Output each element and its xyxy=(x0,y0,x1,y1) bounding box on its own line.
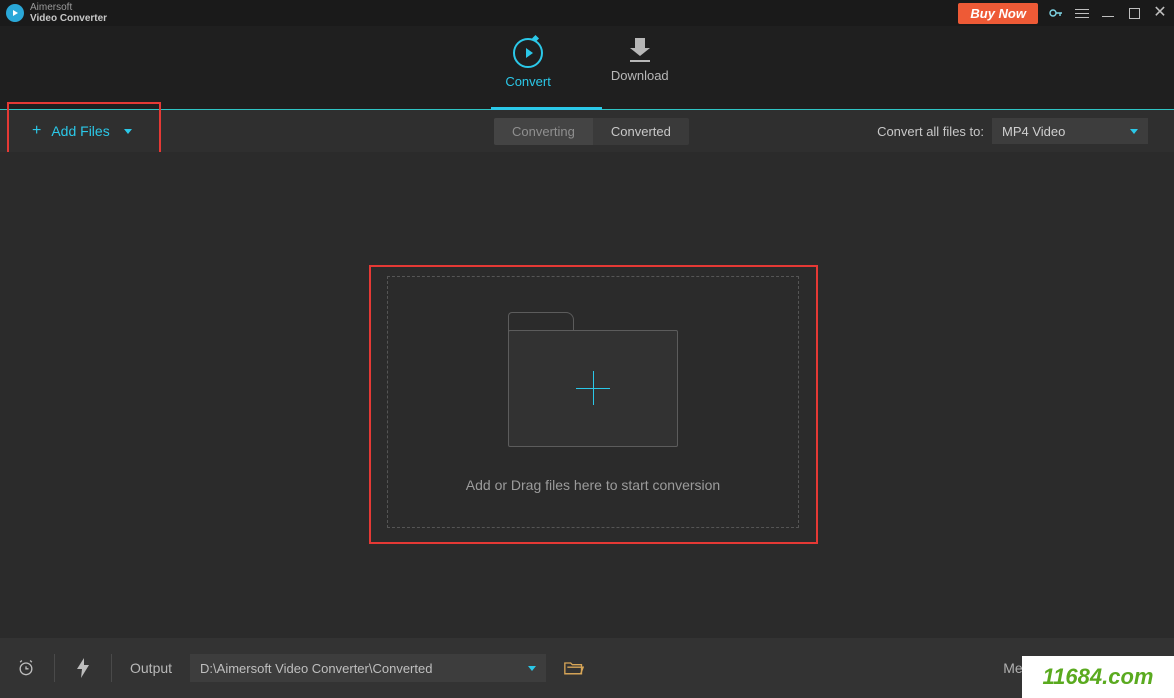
chevron-down-icon xyxy=(1130,129,1138,134)
toolbar: + Add Files Converting Converted Convert… xyxy=(0,110,1174,152)
output-format-select[interactable]: MP4 Video xyxy=(992,118,1148,144)
schedule-icon[interactable] xyxy=(16,658,36,678)
output-path-value: D:\Aimersoft Video Converter\Converted xyxy=(200,661,432,676)
watermark: 11684.com xyxy=(1022,656,1174,698)
convert-all-label: Convert all files to: xyxy=(877,124,984,139)
gpu-accel-icon[interactable] xyxy=(73,658,93,678)
tab-convert-label: Convert xyxy=(505,74,551,89)
menu-icon[interactable] xyxy=(1074,5,1090,21)
buy-now-button[interactable]: Buy Now xyxy=(958,3,1038,24)
tab-converting[interactable]: Converting xyxy=(494,118,593,145)
add-files-label: Add Files xyxy=(51,123,109,139)
titlebar: Aimersoft Video Converter Buy Now ✕ xyxy=(0,0,1174,26)
divider xyxy=(111,654,112,682)
tab-download-label: Download xyxy=(611,68,669,83)
main-nav: Convert Download xyxy=(0,26,1174,110)
bottom-bar: Output D:\Aimersoft Video Converter\Conv… xyxy=(0,638,1174,698)
app-logo-icon xyxy=(6,4,24,22)
add-files-button[interactable]: + Add Files xyxy=(32,122,132,140)
browse-folder-button[interactable] xyxy=(564,658,584,678)
close-button[interactable]: ✕ xyxy=(1152,5,1168,21)
status-segmented: Converting Converted xyxy=(494,118,689,145)
divider xyxy=(54,654,55,682)
tab-download[interactable]: Download xyxy=(611,26,669,109)
minimize-button[interactable] xyxy=(1100,5,1116,21)
app-title: Aimersoft Video Converter xyxy=(30,2,107,24)
output-label: Output xyxy=(130,660,172,676)
drop-hint-text: Add or Drag files here to start conversi… xyxy=(466,477,720,493)
main-area: Add or Drag files here to start conversi… xyxy=(0,152,1174,638)
folder-icon xyxy=(508,312,678,447)
plus-icon: + xyxy=(32,122,41,140)
tab-converted[interactable]: Converted xyxy=(593,118,689,145)
drop-zone[interactable]: Add or Drag files here to start conversi… xyxy=(387,276,799,528)
maximize-button[interactable] xyxy=(1126,5,1142,21)
download-icon xyxy=(629,38,651,62)
register-key-icon[interactable] xyxy=(1048,5,1064,21)
output-path-select[interactable]: D:\Aimersoft Video Converter\Converted xyxy=(190,654,546,682)
convert-icon xyxy=(513,38,543,68)
chevron-down-icon xyxy=(528,666,536,671)
chevron-down-icon xyxy=(124,129,132,134)
tab-convert[interactable]: Convert xyxy=(505,26,551,109)
output-format-value: MP4 Video xyxy=(1002,124,1065,139)
